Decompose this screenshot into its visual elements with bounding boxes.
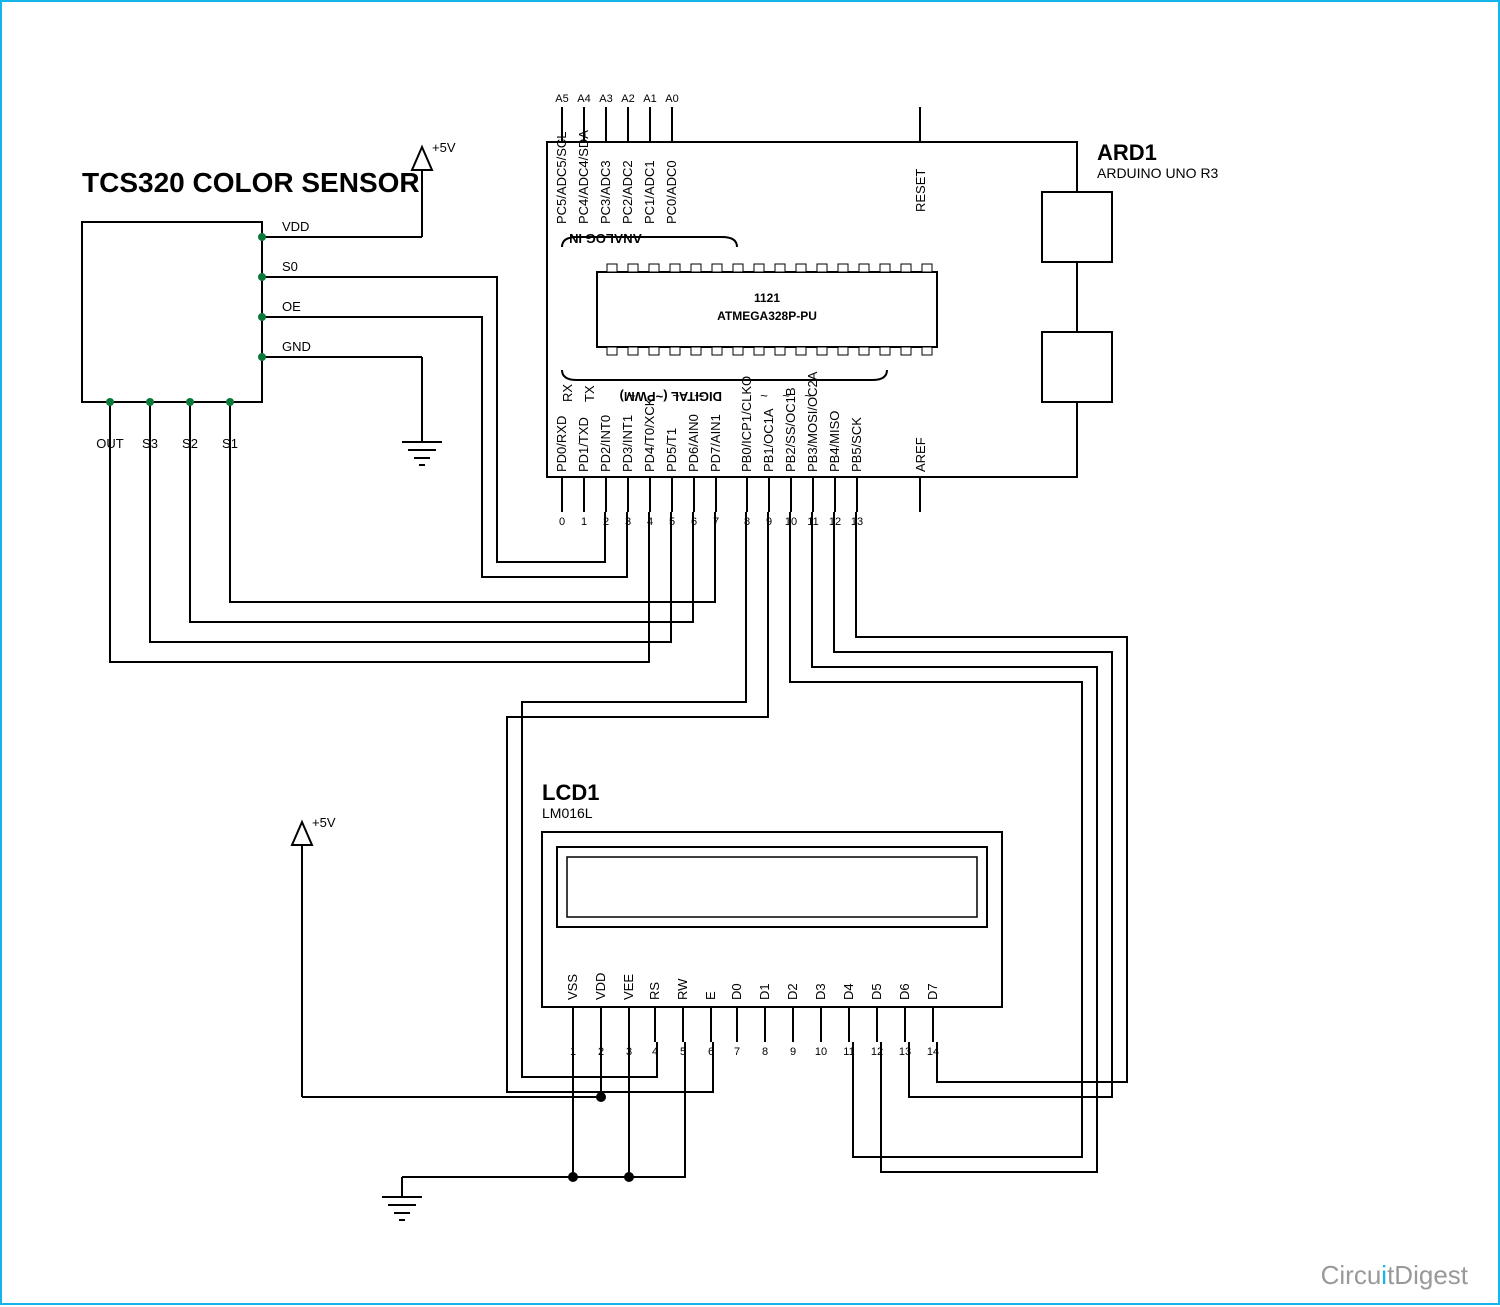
svg-text:~: ~	[628, 388, 636, 403]
svg-text:VDD: VDD	[282, 219, 309, 234]
svg-text:D1: D1	[757, 983, 772, 1000]
svg-text:OE: OE	[282, 299, 301, 314]
schematic-frame: TCS320 COLOR SENSOR VDDS0OEGND OUTS3S2S1…	[0, 0, 1500, 1305]
svg-text:PD6/AIN0: PD6/AIN0	[686, 414, 701, 472]
svg-text:S0: S0	[282, 259, 298, 274]
svg-text:1121: 1121	[754, 291, 780, 305]
svg-text:+5V: +5V	[432, 140, 456, 155]
svg-text:PB5/SCK: PB5/SCK	[849, 417, 864, 472]
svg-text:ARDUINO UNO R3: ARDUINO UNO R3	[1097, 165, 1219, 181]
svg-text:D7: D7	[925, 983, 940, 1000]
svg-text:LM016L: LM016L	[542, 805, 593, 821]
svg-text:~: ~	[694, 388, 702, 403]
svg-text:RESET: RESET	[913, 169, 928, 212]
svg-text:PB3/MOSI/OC2A: PB3/MOSI/OC2A	[805, 371, 820, 472]
svg-text:VEE: VEE	[621, 974, 636, 1000]
svg-text:A3: A3	[599, 93, 612, 105]
svg-text:VDD: VDD	[593, 973, 608, 1000]
svg-text:PB2/SS/OC1B: PB2/SS/OC1B	[783, 387, 798, 472]
svg-text:~: ~	[760, 388, 768, 403]
schematic-svg: TCS320 COLOR SENSOR VDDS0OEGND OUTS3S2S1…	[2, 2, 1500, 1307]
svg-text:D5: D5	[869, 983, 884, 1000]
svg-text:PC1/ADC1: PC1/ADC1	[642, 160, 657, 224]
svg-text:D6: D6	[897, 983, 912, 1000]
power-5v-lcd: +5V	[292, 815, 336, 1097]
title-text: TCS320 COLOR SENSOR	[82, 167, 420, 198]
svg-text:RS: RS	[647, 982, 662, 1000]
svg-text:PC0/ADC0: PC0/ADC0	[664, 160, 679, 224]
svg-text:D0: D0	[729, 983, 744, 1000]
svg-text:A4: A4	[577, 93, 590, 105]
svg-text:PB1/OC1A: PB1/OC1A	[761, 408, 776, 472]
svg-text:9: 9	[790, 1046, 796, 1058]
svg-text:8: 8	[762, 1046, 768, 1058]
svg-text:A0: A0	[665, 93, 678, 105]
svg-text:D2: D2	[785, 983, 800, 1000]
svg-text:PC4/ADC4/SDA: PC4/ADC4/SDA	[576, 130, 591, 224]
svg-text:AREF: AREF	[913, 437, 928, 472]
svg-text:A5: A5	[555, 93, 568, 105]
svg-text:PB0/ICP1/CLKO: PB0/ICP1/CLKO	[739, 376, 754, 472]
svg-text:GND: GND	[282, 339, 311, 354]
watermark: CircuitDigest	[1321, 1260, 1468, 1291]
svg-text:+5V: +5V	[312, 815, 336, 830]
svg-text:VSS: VSS	[565, 974, 580, 1000]
svg-text:7: 7	[734, 1046, 740, 1058]
svg-text:PD5/T1: PD5/T1	[664, 428, 679, 472]
svg-text:A1: A1	[643, 93, 656, 105]
svg-text:1: 1	[581, 516, 587, 528]
gnd-lcd	[382, 1177, 422, 1220]
svg-text:D4: D4	[841, 983, 856, 1000]
svg-text:PC5/ADC5/SCL: PC5/ADC5/SCL	[554, 132, 569, 224]
svg-text:ATMEGA328P-PU: ATMEGA328P-PU	[717, 309, 817, 323]
svg-text:PD0/RXD: PD0/RXD	[554, 416, 569, 472]
svg-text:RX: RX	[560, 384, 575, 402]
svg-text:PD4/T0/XCK: PD4/T0/XCK	[642, 397, 657, 472]
lcd: LCD1 LM016L 1VSS2VDD3VEE4RS5RW6E7D08D19D…	[542, 780, 1002, 1058]
svg-text:PD7/AIN1: PD7/AIN1	[708, 414, 723, 472]
svg-text:RW: RW	[675, 978, 690, 1000]
svg-text:10: 10	[815, 1046, 827, 1058]
color-sensor: VDDS0OEGND OUTS3S2S1	[82, 219, 332, 451]
gnd-sensor	[332, 357, 442, 465]
svg-text:TX: TX	[582, 385, 597, 402]
svg-text:0: 0	[559, 516, 565, 528]
svg-text:E: E	[703, 991, 718, 1000]
atmega-chip: 1121 ATMEGA328P-PU	[597, 264, 937, 355]
arduino: ARD1 ARDUINO UNO R3 1121 ATMEGA328P-PU A…	[547, 93, 1219, 528]
svg-text:A2: A2	[621, 93, 634, 105]
svg-text:~: ~	[672, 388, 680, 403]
svg-text:PD3/INT1: PD3/INT1	[620, 415, 635, 472]
svg-text:ARD1: ARD1	[1097, 140, 1157, 165]
svg-text:PD2/INT0: PD2/INT0	[598, 415, 613, 472]
svg-text:PC2/ADC2: PC2/ADC2	[620, 160, 635, 224]
svg-text:PD1/TXD: PD1/TXD	[576, 417, 591, 472]
svg-text:ANALOG IN: ANALOG IN	[569, 231, 642, 246]
svg-text:LCD1: LCD1	[542, 780, 599, 805]
svg-text:PC3/ADC3: PC3/ADC3	[598, 160, 613, 224]
svg-text:D3: D3	[813, 983, 828, 1000]
svg-text:PB4/MISO: PB4/MISO	[827, 411, 842, 472]
